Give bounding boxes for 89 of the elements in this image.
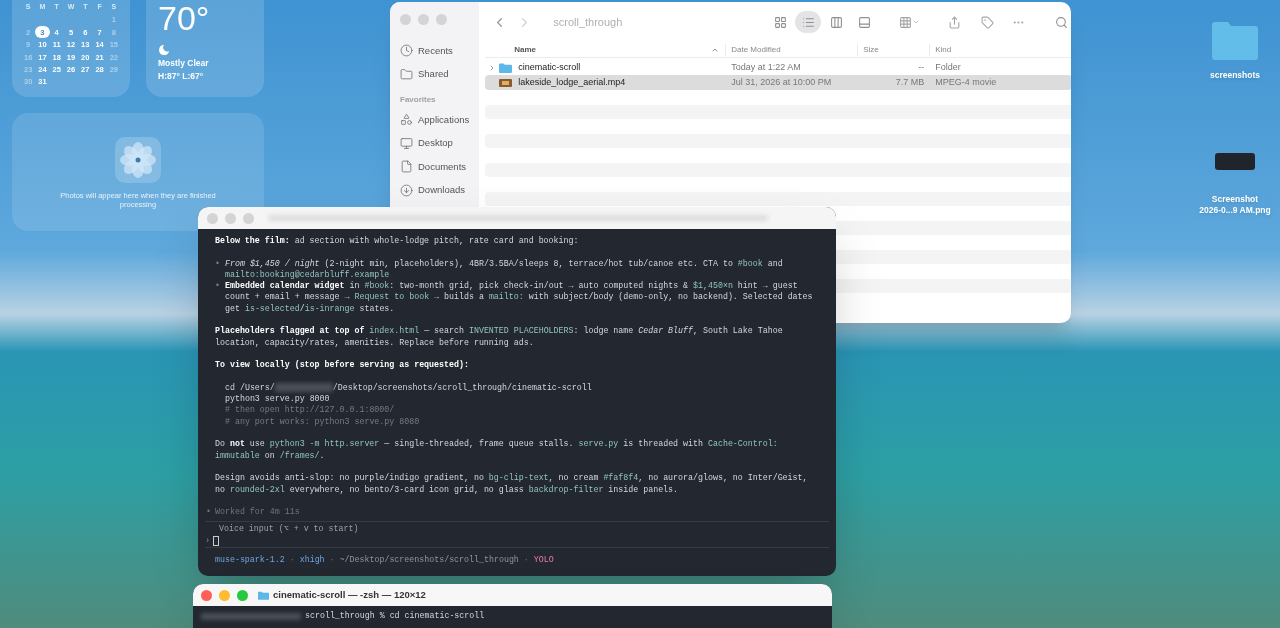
- sidebar-item[interactable]: Documents: [400, 155, 470, 179]
- grid-icon: [899, 15, 913, 29]
- bullet-marker: •: [215, 280, 221, 293]
- folder-icon: [400, 67, 413, 81]
- sidebar-item[interactable]: Desktop: [400, 131, 470, 155]
- grid-icon: [773, 15, 787, 29]
- file-name: lakeside_lodge_aerial.mp4: [518, 75, 626, 89]
- message-text: Do not use python3 -m http.server — single-threaded, frame queue stalls. serve.py is threaded with Cache-Control: immutable on /frames/.: [215, 438, 779, 461]
- file-label: screenshots: [1209, 70, 1261, 81]
- column-header[interactable]: Date Modified: [726, 43, 859, 56]
- list-icon: [801, 15, 815, 29]
- sidebar-section-header: Favorites: [400, 94, 437, 106]
- screenshot-thumbnail[interactable]: [1215, 153, 1255, 170]
- moon-icon: [158, 44, 170, 55]
- file-row[interactable]: cinematic-scroll Today at 1:22 AM -- Folder: [485, 60, 1071, 75]
- window-control-icon[interactable]: [418, 14, 429, 25]
- window-control-icon[interactable]: [243, 212, 254, 224]
- tag-icon[interactable]: [981, 15, 995, 29]
- file-row[interactable]: lakeside_lodge_aerial.mp4 Jul 31, 2026 at 10:00 PM 7.7 MB MPEG-4 movie: [485, 75, 1071, 90]
- voice-input-field[interactable]: Voice input (⌥ + v to start): [205, 522, 829, 535]
- message-text: Design avoids anti-slop: no purple/indigo gradient, no bg-clip-text, no cream #faf8f4, no aurora/glows, no Inter/Geist, no rounded-2xl everywhere, no bento/3-card icon grid, no glass backdrop-filter inside panels.: [215, 472, 809, 495]
- temperature-range: H:87° L:67°: [158, 69, 205, 83]
- file-name: cinematic-scroll: [518, 60, 581, 74]
- weather-condition: Mostly Clear: [158, 57, 210, 70]
- text-cursor: [213, 535, 219, 546]
- clock-icon: [400, 44, 413, 58]
- columns-icon: [829, 15, 843, 29]
- shapes-icon: [400, 113, 413, 127]
- bullet-marker: •: [215, 257, 221, 270]
- caret-icon: [912, 18, 921, 26]
- separator: ·: [329, 554, 335, 567]
- code-comment: # any port works: python3 serve.py 8080: [224, 415, 421, 428]
- file-kind: MPEG-4 movie: [934, 75, 997, 89]
- date-modified: Today at 1:22 AM: [730, 60, 802, 74]
- status-marker: •: [206, 506, 212, 518]
- temperature: 70°: [158, 0, 211, 38]
- message-text: Placeholders flagged at top of index.html — search INVENTED PLACEHOLDERS: lodge name Cedar Bluff, South Lake Tahoe location, capacity/rates, amenities. Replace before running ads.: [215, 325, 784, 348]
- panel-icon: [857, 15, 871, 29]
- file-kind: Folder: [934, 60, 961, 74]
- column-header[interactable]: Size: [858, 43, 931, 56]
- download-icon: [400, 183, 413, 197]
- separator: ·: [289, 554, 295, 567]
- window-title: cinematic-scroll — -zsh — 120×12: [273, 587, 426, 602]
- window-control-icon[interactable]: [201, 589, 212, 601]
- window-control-icon[interactable]: [207, 212, 218, 224]
- file-size: 7.7 MB: [894, 75, 926, 89]
- bullet-text: From $1,450 / night (2-night min, placeholders), 4BR/3.5BA/sleeps 8, terrace/hot tub/canoe etc. CTA to #book and mailto:booking@cedarbluff.example: [225, 257, 784, 281]
- column-header[interactable]: Kind: [930, 43, 952, 56]
- sidebar-item[interactable]: Downloads: [400, 178, 470, 202]
- message-text: Below the film: ad section with whole-lodge pitch, rate card and booking:: [215, 235, 580, 247]
- code-line: python3 serve.py 8000: [224, 393, 331, 405]
- column-header[interactable]: Name: [485, 43, 727, 56]
- sidebar-item[interactable]: Recents: [400, 39, 470, 63]
- status-model: muse-spark-1.2: [215, 554, 285, 567]
- bullet-text: Embedded calendar widget in #book: two-month grid, pick check-in/out → auto computed nights & $1,450×n hint → guest count + email + message → Request to book → builds a mailto: with subject/body (demo-only, no backend). Selected dates get is-selected/is-inrange states.: [225, 280, 814, 315]
- flower-icon: [115, 137, 161, 183]
- window-control-icon[interactable]: [436, 14, 447, 25]
- file-label: Screenshot: [1211, 194, 1259, 205]
- group-button[interactable]: [899, 15, 921, 29]
- date-modified: Jul 31, 2026 at 10:00 PM: [730, 75, 833, 89]
- status-mode: YOLO: [533, 554, 554, 567]
- folder-icon[interactable]: [1212, 20, 1258, 60]
- code-comment: # then open http://127.0.0.1:8000/: [224, 404, 396, 416]
- folder-icon: [499, 62, 513, 73]
- search-icon[interactable]: [1055, 15, 1069, 29]
- elapsed-time: Worked for 4m 11s: [215, 506, 300, 518]
- window-title: scroll_through: [553, 14, 624, 30]
- view-button[interactable]: [795, 11, 822, 33]
- monitor-icon: [400, 136, 413, 150]
- message-text: To view locally (stop before serving as requested):: [215, 359, 470, 371]
- folder-icon: [258, 590, 269, 600]
- video-file-icon: [499, 78, 513, 87]
- separator: ·: [523, 554, 529, 567]
- share-icon[interactable]: [948, 15, 962, 29]
- status-effort: xhigh: [299, 554, 325, 567]
- redacted-text: [274, 383, 333, 393]
- code-line: cd /Users/ /Desktop/screenshots/scroll_through/cinematic-scroll: [224, 381, 593, 394]
- window-control-icon[interactable]: [225, 212, 236, 224]
- window-control-icon[interactable]: [219, 589, 230, 601]
- file-label: 2026-0...9 AM.png: [1199, 205, 1271, 216]
- document-icon: [400, 160, 413, 174]
- command-line: scroll_through % cd cinematic-scroll: [305, 609, 485, 622]
- prompt-symbol: ›: [205, 535, 210, 547]
- window-control-icon[interactable]: [237, 589, 248, 601]
- status-path: ~/Desktop/screenshots/scroll_through: [339, 554, 519, 567]
- file-size: --: [917, 60, 926, 74]
- sidebar-item[interactable]: Applications: [400, 108, 470, 132]
- window-control-icon[interactable]: [400, 14, 411, 25]
- sidebar-item[interactable]: Shared: [400, 62, 470, 86]
